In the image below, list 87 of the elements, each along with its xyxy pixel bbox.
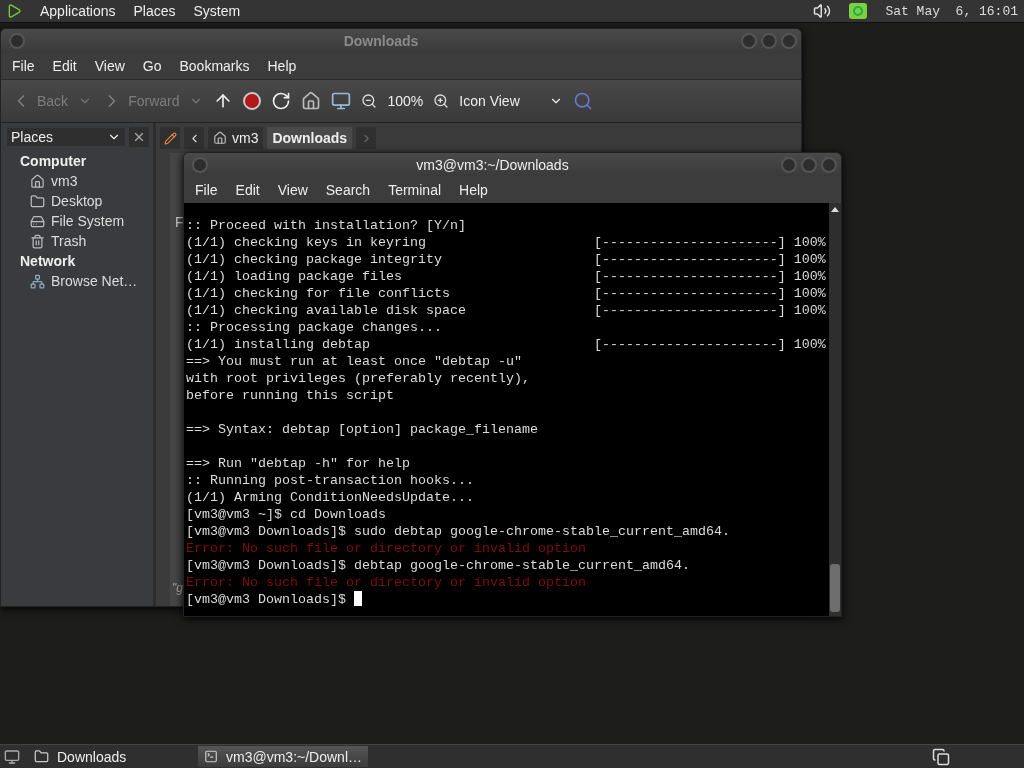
progress-bar-text: [----------------------] 100%: [593, 268, 826, 285]
zoom-level: 100%: [387, 93, 424, 109]
close-sidebar-button[interactable]: [129, 127, 149, 147]
section-heading: Computer: [19, 152, 88, 171]
close-icon: [132, 130, 146, 144]
error-line: Error: No such file or directory or invalid option: [186, 574, 586, 591]
progress-bar-text: [----------------------] 100%: [593, 285, 826, 302]
progress-bar-text: [----------------------] 100%: [593, 302, 826, 319]
home-icon: [213, 131, 227, 145]
menu-item[interactable]: Edit: [43, 58, 86, 74]
path-left-button[interactable]: [184, 127, 204, 149]
menu-item[interactable]: Help: [258, 58, 306, 74]
output-line: (1/1) checking package integrity: [186, 251, 443, 268]
network-icon: [30, 273, 45, 289]
section-heading: Network: [19, 252, 77, 271]
home-folder-icon: [30, 173, 45, 189]
progress-bar-text: [----------------------] 100%: [593, 251, 826, 268]
output-line: (1/1) loading package files: [186, 268, 403, 285]
path-button[interactable]: vm3: [208, 127, 264, 149]
panel-menu[interactable]: Places: [133, 3, 176, 19]
output-line: (1/1) checking for file conflicts: [186, 285, 451, 302]
menu-item[interactable]: File: [3, 58, 44, 74]
folder-icon: [30, 193, 45, 209]
output-line: with root privileges (preferably recently),: [186, 370, 530, 387]
panel-menu[interactable]: Applications: [40, 3, 116, 19]
folder-icon: [34, 749, 49, 764]
output-line: (1/1) checking available disk space: [186, 302, 467, 319]
drive-icon: [30, 213, 45, 229]
pencil-icon: [163, 131, 177, 145]
output-line: (1/1) Arming ConditionNeedsUpdate...: [186, 489, 474, 506]
window-title: Downloads: [342, 33, 420, 49]
taskbar-button[interactable]: vm3@vm3:~/Downl…: [198, 746, 368, 767]
window-title: vm3@vm3:~/Downloads: [415, 157, 570, 173]
progress-bar-text: [----------------------] 100%: [593, 336, 826, 353]
menu-item[interactable]: Help: [450, 182, 497, 198]
menu-item[interactable]: Go: [133, 58, 171, 74]
sidebar-item[interactable]: vm3: [1, 171, 153, 191]
menu-item[interactable]: Terminal: [379, 182, 451, 198]
app-menu-icon[interactable]: [6, 3, 22, 19]
output-line: :: Running post-transaction hooks...: [186, 472, 474, 489]
output-line: :: Proceed with installation? [Y/n]: [186, 217, 466, 234]
menu-item[interactable]: Search: [316, 182, 380, 198]
output-line: :: Processing package changes...: [186, 319, 442, 336]
sidebar-item[interactable]: Trash: [1, 231, 153, 251]
progress-bar-text: [----------------------] 100%: [593, 234, 826, 251]
path-button[interactable]: Downloads: [267, 127, 353, 149]
output-line: [vm3@vm3 ~]$ cd Downloads: [186, 506, 386, 523]
output-line: ==> Run "debtap -h" for help: [186, 455, 410, 472]
reload-icon[interactable]: [271, 91, 292, 111]
zoom-in-icon[interactable]: [433, 93, 450, 109]
output-line: (1/1) checking keys in keyring: [186, 234, 427, 251]
panel-menu[interactable]: System: [193, 3, 241, 19]
search-icon[interactable]: [573, 91, 594, 111]
stop-icon[interactable]: [243, 92, 262, 110]
menu-item[interactable]: File: [186, 182, 227, 198]
output-line: before running this script: [186, 387, 394, 404]
sidebar-item[interactable]: Browse Net…: [1, 271, 153, 291]
output-line: [vm3@vm3 Downloads]$ sudo debtap google-chrome-stable_current_amd64.: [186, 523, 730, 540]
scrollbar[interactable]: [829, 203, 841, 616]
computer-icon[interactable]: [331, 91, 352, 111]
terminal-icon: [204, 749, 219, 764]
taskbar-button[interactable]: Downloads: [28, 746, 190, 767]
output-line: (1/1) installing debtap: [186, 336, 371, 353]
edit-location-button[interactable]: [160, 127, 180, 149]
home-icon[interactable]: [301, 91, 322, 111]
sidebar-item[interactable]: File System: [1, 211, 153, 231]
workspace-icon[interactable]: [932, 747, 950, 766]
view-select[interactable]: Icon View: [459, 93, 564, 109]
error-line: Error: No such file or directory or invalid option: [186, 540, 586, 557]
status-text: "g: [172, 581, 183, 595]
show-desktop-icon[interactable]: [4, 748, 20, 765]
menu-item[interactable]: Edit: [226, 182, 269, 198]
updater-icon[interactable]: [849, 3, 868, 19]
zoom-out-icon[interactable]: [361, 93, 378, 109]
output-line: ==> Syntax: debtap [option] package_filename: [186, 421, 538, 438]
file-label: F: [175, 214, 184, 230]
output-line: ==> You must run at least once "debtap -u": [186, 353, 522, 370]
volume-icon[interactable]: [813, 2, 832, 20]
menu-item[interactable]: View: [268, 182, 317, 198]
menu-item[interactable]: View: [85, 58, 134, 74]
sidebar-item[interactable]: Desktop: [1, 191, 153, 211]
output-line: [vm3@vm3 Downloads]$ debtap google-chrome-stable_current_amd64.: [186, 557, 690, 574]
trash-icon: [30, 233, 45, 249]
menu-item[interactable]: Bookmarks: [170, 58, 259, 74]
prompt-line: [vm3@vm3 Downloads]$: [186, 591, 346, 608]
clock[interactable]: Sat May 6, 16:01: [885, 3, 1018, 19]
places-select[interactable]: Places: [7, 128, 125, 146]
